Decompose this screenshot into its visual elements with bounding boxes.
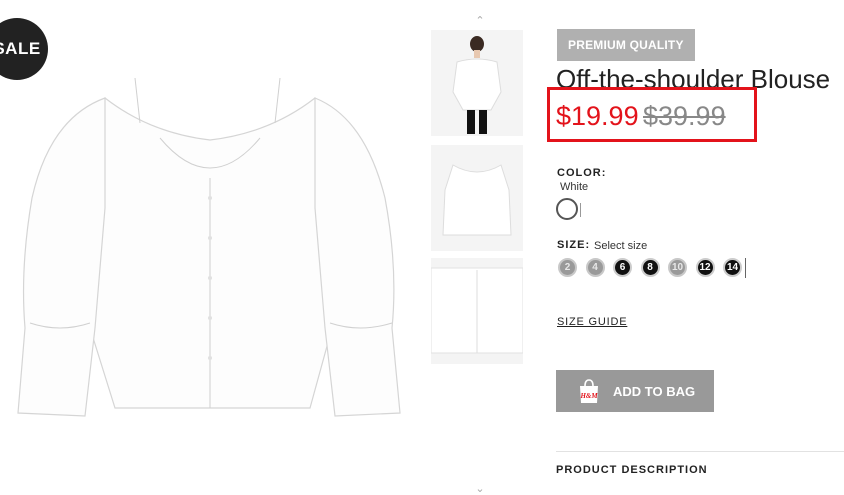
size-option-4[interactable]: 4 xyxy=(585,258,605,277)
size-option-8[interactable]: 8 xyxy=(640,258,660,277)
thumbnail-blouse-flat[interactable] xyxy=(431,145,523,251)
color-swatch-white[interactable] xyxy=(556,198,578,220)
thumbnails-up-icon[interactable]: ⌃ xyxy=(470,16,490,27)
add-to-bag-label: ADD TO BAG xyxy=(613,383,696,399)
swatch-divider xyxy=(580,203,581,217)
sale-price: $19.99 xyxy=(556,101,639,131)
shopping-bag-icon: H&M xyxy=(579,379,598,403)
sale-badge: SALE xyxy=(0,18,48,80)
size-hint: Select size xyxy=(594,240,648,252)
thumbnail-blouse-detail[interactable] xyxy=(431,258,523,364)
size-option-12[interactable]: 12 xyxy=(695,258,715,277)
product-description-heading[interactable]: PRODUCT DESCRIPTION xyxy=(556,464,708,476)
size-row-divider xyxy=(745,258,746,278)
size-option-10[interactable]: 10 xyxy=(668,258,687,277)
sale-badge-label: SALE xyxy=(0,39,41,58)
main-product-image[interactable] xyxy=(10,78,410,418)
size-label: SIZE: xyxy=(557,239,591,251)
color-value: White xyxy=(560,181,589,193)
size-option-2[interactable]: 2 xyxy=(558,258,577,277)
size-guide-link[interactable]: SIZE GUIDE xyxy=(557,316,627,328)
bag-brand-label: H&M xyxy=(579,392,598,400)
size-option-6[interactable]: 6 xyxy=(613,258,632,277)
color-label: COLOR: xyxy=(557,167,607,179)
add-to-bag-button[interactable]: H&M ADD TO BAG xyxy=(556,370,714,412)
premium-quality-tag: PREMIUM QUALITY xyxy=(557,29,695,61)
section-divider xyxy=(556,451,844,452)
size-option-14[interactable]: 14 xyxy=(723,258,742,277)
thumbnails-down-icon[interactable]: ⌄ xyxy=(470,484,490,495)
original-price: $39.99 xyxy=(643,101,726,131)
thumbnail-model[interactable] xyxy=(431,30,523,136)
